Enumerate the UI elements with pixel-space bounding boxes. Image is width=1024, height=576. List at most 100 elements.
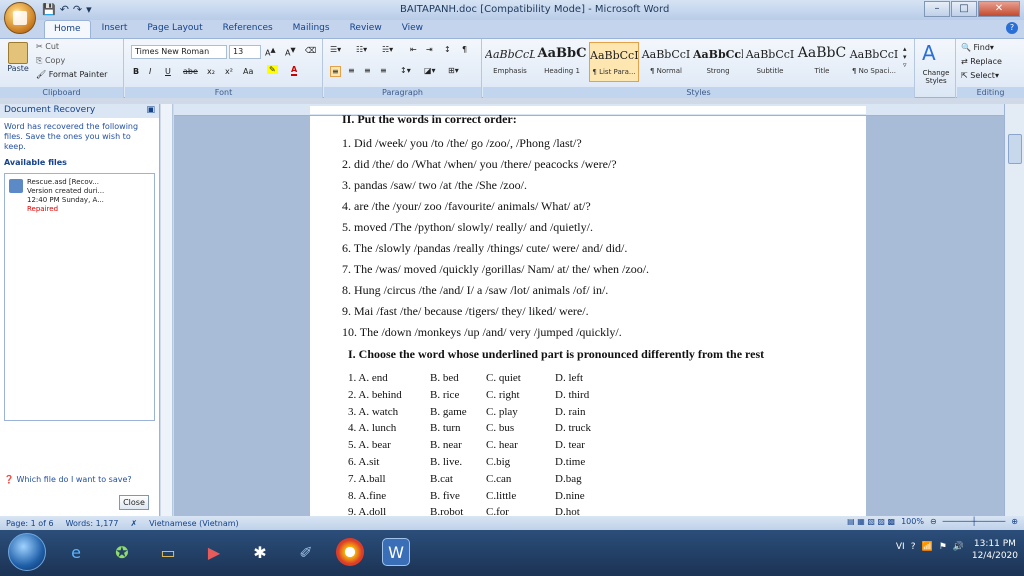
paste-icon xyxy=(8,42,28,64)
shading-icon[interactable]: ◪▾ xyxy=(424,66,436,75)
bluetooth-icon[interactable]: ✱ xyxy=(246,538,274,566)
select-button[interactable]: ⇱ Select▾ xyxy=(961,71,999,80)
tab-review[interactable]: Review xyxy=(341,20,391,38)
app-icon[interactable]: ✪ xyxy=(108,538,136,566)
paste-button[interactable]: Paste xyxy=(4,42,32,84)
highlight-icon[interactable]: ✎ xyxy=(267,65,278,74)
help-icon[interactable]: ? xyxy=(1006,22,1018,34)
signal-icon[interactable]: 📶 xyxy=(921,542,932,552)
minimize-button[interactable]: – xyxy=(924,1,950,17)
close-button[interactable]: ✕ xyxy=(978,1,1020,17)
clear-format-icon[interactable]: ⌫ xyxy=(305,46,316,55)
recovered-file-item[interactable]: Rescue.asd [Recov... Version created dur… xyxy=(5,174,154,218)
bold-button[interactable]: B xyxy=(133,67,139,76)
word-taskbar-icon[interactable]: W xyxy=(382,538,410,566)
tab-insert[interactable]: Insert xyxy=(93,20,137,38)
option-cell: D. left xyxy=(555,372,584,384)
line-spacing-icon[interactable]: ↕▾ xyxy=(400,66,411,75)
underline-button[interactable]: U xyxy=(165,67,171,76)
save-icon[interactable]: 💾 xyxy=(42,3,56,16)
align-left-icon[interactable]: ≡ xyxy=(330,66,341,77)
multilevel-list-icon[interactable]: ☵▾ xyxy=(382,45,393,54)
document-page[interactable]: II. Put the words in correct order: 1. D… xyxy=(310,112,866,516)
font-name-box[interactable]: Times New Roman xyxy=(131,45,227,59)
tab-page-layout[interactable]: Page Layout xyxy=(138,20,211,38)
customize-qat-icon[interactable]: ▾ xyxy=(86,3,92,16)
media-icon[interactable]: ▶ xyxy=(200,538,228,566)
language-indicator[interactable]: Vietnamese (Vietnam) xyxy=(149,519,238,528)
style-heading-1[interactable]: AaBbC Heading 1 xyxy=(537,42,587,82)
tab-home[interactable]: Home xyxy=(44,20,91,38)
italic-button[interactable]: I xyxy=(149,67,151,76)
language-tray-icon[interactable]: VI xyxy=(896,542,905,552)
increase-indent-icon[interactable]: ⇥ xyxy=(426,45,433,54)
volume-icon[interactable]: 🔊 xyxy=(953,542,964,552)
style-emphasis[interactable]: AaBbCcL Emphasis xyxy=(485,42,535,82)
find-button[interactable]: 🔍 Find▾ xyxy=(961,43,994,52)
view-buttons[interactable]: ▤ ▦ ▧ ▨ ▩ xyxy=(847,517,895,526)
style-strong[interactable]: AaBbCcl Strong xyxy=(693,42,743,82)
show-marks-icon[interactable]: ¶ xyxy=(462,45,467,54)
help-tray-icon[interactable]: ? xyxy=(911,542,916,552)
zoom-in-button[interactable]: ⊕ xyxy=(1011,517,1018,526)
superscript-button[interactable]: x² xyxy=(225,67,233,76)
office-button[interactable] xyxy=(4,2,36,34)
styles-scroll-icon[interactable]: ▴ ▾ ▿ xyxy=(903,45,907,69)
page-count[interactable]: Page: 1 of 6 xyxy=(6,519,54,528)
start-button[interactable] xyxy=(8,533,46,571)
bullets-icon[interactable]: ☰▾ xyxy=(330,45,341,54)
decrease-indent-icon[interactable]: ⇤ xyxy=(410,45,417,54)
zoom-slider[interactable]: ──────┼────── xyxy=(943,517,1006,526)
pane-close-icon[interactable]: ▣ xyxy=(146,105,155,117)
change-case-button[interactable]: Aa xyxy=(243,67,253,76)
tab-mailings[interactable]: Mailings xyxy=(284,20,339,38)
option-cell: C. play xyxy=(486,405,518,418)
style-list-paragraph[interactable]: AaBbCcI ¶ List Para... xyxy=(589,42,639,82)
change-styles-icon[interactable]: A xyxy=(922,41,936,65)
strikethrough-button[interactable]: abe xyxy=(183,67,198,76)
format-painter-button[interactable]: 🖌 Format Painter xyxy=(36,70,107,79)
grow-font-icon[interactable]: A▲ xyxy=(265,46,276,58)
ie-icon[interactable]: e xyxy=(62,538,90,566)
font-color-icon[interactable]: A xyxy=(291,65,298,76)
change-styles-button[interactable]: Change Styles xyxy=(918,69,954,85)
style-normal[interactable]: AaBbCcI ¶ Normal xyxy=(641,42,691,82)
chrome-icon[interactable] xyxy=(336,538,364,566)
undo-icon[interactable]: ↶ xyxy=(60,3,69,16)
tab-references[interactable]: References xyxy=(214,20,282,38)
option-cell: 9. A.doll xyxy=(348,506,387,516)
copy-button[interactable]: ⎘ Copy xyxy=(36,56,65,66)
vertical-scrollbar[interactable] xyxy=(1004,104,1024,516)
align-right-icon[interactable]: ≡ xyxy=(364,66,371,75)
replace-button[interactable]: ⇄ Replace xyxy=(961,57,1002,66)
tab-view[interactable]: View xyxy=(393,20,432,38)
scroll-thumb[interactable] xyxy=(1008,134,1022,164)
style-no-spacing[interactable]: AaBbCcI ¶ No Spaci... xyxy=(849,42,899,82)
subscript-button[interactable]: x₂ xyxy=(207,67,215,76)
zoom-level[interactable]: 100% xyxy=(901,517,924,526)
font-size-box[interactable]: 13 xyxy=(229,45,261,59)
zoom-controls: ▤ ▦ ▧ ▨ ▩ 100% ⊖ ──────┼────── ⊕ xyxy=(847,517,1018,526)
cut-button[interactable]: ✂ Cut xyxy=(36,42,59,51)
clock[interactable]: 13:11 PM 12/4/2020 xyxy=(972,538,1018,562)
align-center-icon[interactable]: ≡ xyxy=(348,66,355,75)
redo-icon[interactable]: ↷ xyxy=(73,3,82,16)
sort-icon[interactable]: ↕ xyxy=(444,45,451,54)
borders-icon[interactable]: ⊞▾ xyxy=(448,66,459,75)
justify-icon[interactable]: ≡ xyxy=(380,66,387,75)
zoom-out-button[interactable]: ⊖ xyxy=(930,517,937,526)
numbering-icon[interactable]: ☷▾ xyxy=(356,45,367,54)
style-title[interactable]: AaBbC Title xyxy=(797,42,847,82)
folder-icon[interactable]: ▭ xyxy=(154,538,182,566)
flag-icon[interactable]: ⚑ xyxy=(939,542,947,552)
maximize-button[interactable]: □ xyxy=(951,1,977,17)
proofing-icon[interactable]: ✗ xyxy=(130,519,137,528)
option-cell: 7. A.ball xyxy=(348,472,386,485)
which-file-help-link[interactable]: ❓ Which file do I want to save? xyxy=(4,475,132,484)
shrink-font-icon[interactable]: A▼ xyxy=(285,46,296,58)
recovery-close-button[interactable]: Close xyxy=(119,495,149,510)
word-count[interactable]: Words: 1,177 xyxy=(66,519,119,528)
horizontal-ruler[interactable] xyxy=(174,104,1004,116)
tool-icon[interactable]: ✐ xyxy=(292,538,320,566)
style-subtitle[interactable]: AaBbCcI Subtitle xyxy=(745,42,795,82)
